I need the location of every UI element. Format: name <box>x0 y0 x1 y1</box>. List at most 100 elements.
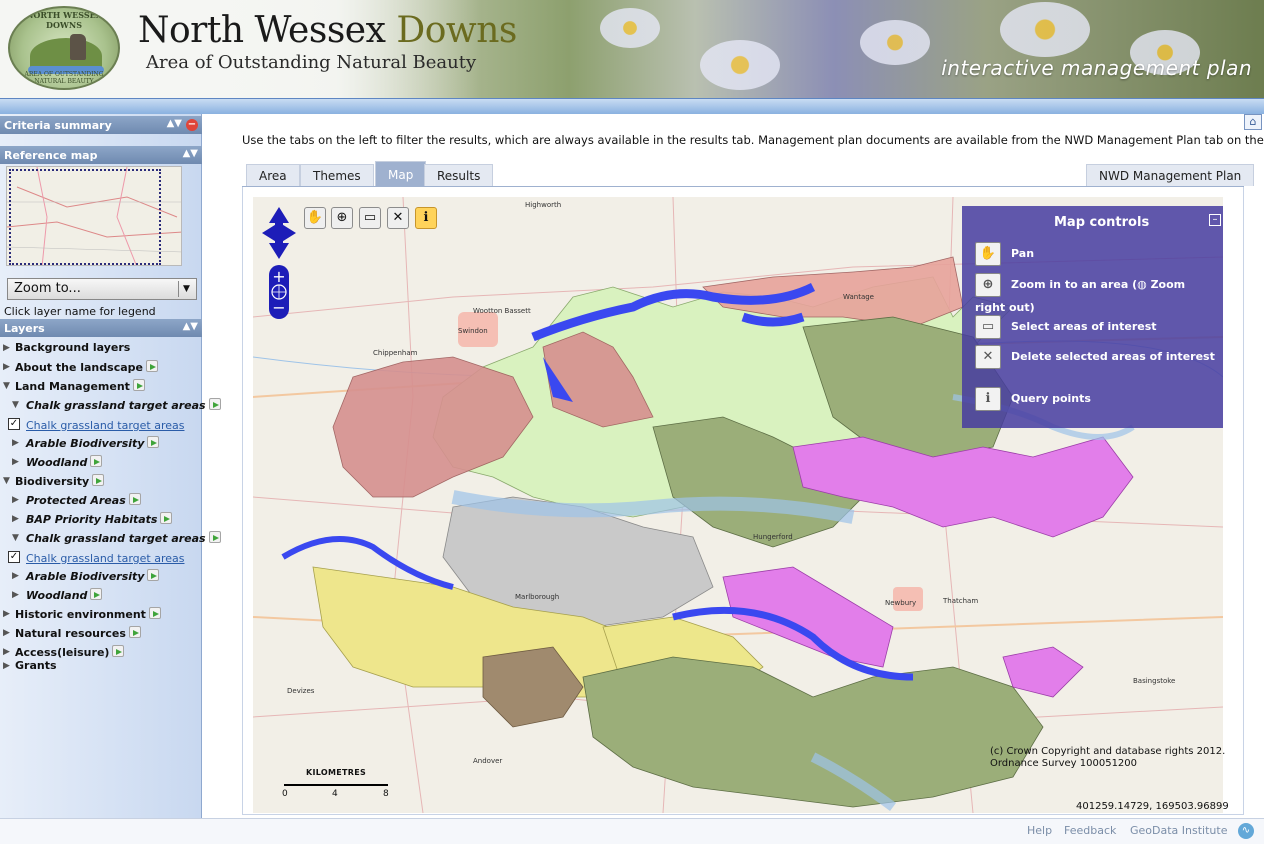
layers-header[interactable]: Layers ▲▼ <box>0 319 202 337</box>
map-copyright: (c) Crown Copyright and database rights … <box>990 746 1226 769</box>
expand-icon: ▶ <box>3 343 10 353</box>
legend-icon[interactable] <box>145 360 158 372</box>
site-subtitle: Area of Outstanding Natural Beauty <box>146 52 477 73</box>
map-controls-panel: Map controls – ✋ Pan ⊕ Zoom in to an area … <box>962 206 1223 428</box>
expand-icon: ▶ <box>12 438 19 448</box>
map-control-select[interactable]: ▭ Select areas of interest <box>975 315 1215 339</box>
legend-icon[interactable] <box>90 455 103 467</box>
layer-checkbox[interactable]: ✓ <box>8 551 20 563</box>
collapse-icon[interactable]: ▲▼ <box>183 321 198 332</box>
map-control-query[interactable]: ℹ Query points <box>975 387 1215 411</box>
collapse-icon: ▼ <box>3 476 10 486</box>
map-control-delete[interactable]: ✕ Delete selected areas of interest <box>975 345 1215 369</box>
svg-text:−: − <box>272 298 285 317</box>
legend-icon[interactable] <box>208 531 221 543</box>
instructions-text: Use the tabs on the left to filter the r… <box>242 133 1264 147</box>
site-tagline: interactive management plan <box>941 56 1252 80</box>
geodata-link[interactable]: GeoData Institute <box>1130 824 1227 837</box>
expand-icon: ▶ <box>12 495 19 505</box>
reference-map-viewport[interactable] <box>9 169 161 265</box>
map-control-zoom[interactable]: ⊕ Zoom in to an area (◍ Zoom right out) <box>975 273 1215 318</box>
zoom-to-select[interactable]: Zoom to... ▼ <box>7 278 197 300</box>
collapse-icon: ▼ <box>3 381 10 391</box>
minimize-icon[interactable]: – <box>1209 214 1221 226</box>
svg-text:+: + <box>272 267 285 286</box>
map-place-label: Devizes <box>287 687 315 695</box>
collapse-icon[interactable]: ▲▼ <box>167 118 182 129</box>
map-place-label: Basingstoke <box>1133 677 1176 685</box>
expand-icon: ▶ <box>3 362 10 372</box>
legend-icon[interactable] <box>128 626 141 638</box>
map-place-label: Highworth <box>525 201 562 209</box>
delete-selection-icon: ✕ <box>975 345 1001 369</box>
map-pan-zoom-control: + − <box>262 207 296 319</box>
tab-map[interactable]: Map <box>375 161 427 186</box>
legend-icon[interactable] <box>148 607 161 619</box>
expand-icon: ▶ <box>12 514 19 524</box>
expand-icon: ▶ <box>3 647 10 657</box>
tab-area[interactable]: Area <box>246 164 300 186</box>
map-place-label: Swindon <box>458 327 488 335</box>
map-place-label: Wantage <box>843 293 874 301</box>
geodata-logo-icon[interactable]: ∿ <box>1238 823 1254 839</box>
header-flower-image <box>600 8 660 48</box>
legend-icon[interactable] <box>92 474 105 486</box>
scale-bar: KILOMETRES 0 4 8 <box>282 768 389 799</box>
legend-icon[interactable] <box>112 645 125 657</box>
header-divider-bar <box>0 98 1264 114</box>
pan-arrows-icon <box>262 207 296 259</box>
map-control-pan[interactable]: ✋ Pan <box>975 242 1215 266</box>
delete-selection-icon[interactable]: ✕ <box>387 207 409 229</box>
select-area-icon: ▭ <box>975 315 1001 339</box>
legend-icon[interactable] <box>147 569 160 581</box>
map-place-label: Chippenham <box>373 349 418 357</box>
globe-icon: ◍ <box>1137 278 1147 291</box>
expand-icon: ▶ <box>12 571 19 581</box>
query-points-icon[interactable]: ℹ <box>415 207 437 229</box>
header-flower-image <box>860 20 930 65</box>
home-icon[interactable]: ⌂ <box>1244 114 1262 130</box>
close-icon[interactable]: − <box>186 119 198 131</box>
legend-hint: Click layer name for legend <box>4 305 156 318</box>
legend-icon[interactable] <box>208 398 221 410</box>
header-flower-image <box>700 40 780 90</box>
zoom-in-area-icon[interactable]: ⊕ <box>331 207 353 229</box>
feedback-link[interactable]: Feedback <box>1064 824 1116 837</box>
map-place-label: Marlborough <box>515 593 560 601</box>
collapse-icon[interactable]: ▲▼ <box>183 148 198 159</box>
reference-map[interactable] <box>6 166 182 266</box>
map-controls-title: Map controls <box>1054 215 1150 230</box>
criteria-summary-header[interactable]: Criteria summary ▲▼ − <box>0 116 202 134</box>
expand-icon: ▶ <box>3 609 10 619</box>
site-logo[interactable]: NORTH WESSEX DOWNS AREA OF OUTSTANDING N… <box>8 6 120 90</box>
map-place-label: Andover <box>473 757 503 765</box>
pan-hand-icon: ✋ <box>975 242 1001 266</box>
expand-icon: ▶ <box>3 661 10 671</box>
reference-map-header[interactable]: Reference map ▲▼ <box>0 146 202 164</box>
collapse-icon: ▼ <box>12 400 19 410</box>
expand-icon: ▶ <box>3 628 10 638</box>
legend-icon[interactable] <box>128 493 141 505</box>
chevron-down-icon[interactable]: ▼ <box>178 281 194 297</box>
legend-icon[interactable] <box>90 588 103 600</box>
expand-icon: ▶ <box>12 590 19 600</box>
header-flower-image <box>1000 2 1090 57</box>
help-link[interactable]: Help <box>1027 824 1052 837</box>
tab-results[interactable]: Results <box>424 164 494 186</box>
map-place-label: Thatcham <box>943 597 979 605</box>
legend-icon[interactable] <box>132 379 145 391</box>
select-area-icon[interactable]: ▭ <box>359 207 381 229</box>
site-header: NORTH WESSEX DOWNS AREA OF OUTSTANDING N… <box>0 0 1264 98</box>
tab-themes[interactable]: Themes <box>300 164 374 186</box>
pan-hand-icon[interactable]: ✋ <box>304 207 326 229</box>
legend-icon[interactable] <box>160 512 173 524</box>
sidebar: Criteria summary ▲▼ − Reference map ▲▼ Z… <box>0 114 221 818</box>
zoom-in-area-icon: ⊕ <box>975 273 1001 297</box>
expand-icon: ▶ <box>12 457 19 467</box>
cursor-coordinates: 401259.14729, 169503.96899 <box>1076 801 1229 812</box>
site-title: North Wessex Downs <box>138 10 517 51</box>
tab-nwd-management-plan[interactable]: NWD Management Plan <box>1086 164 1255 186</box>
legend-icon[interactable] <box>147 436 160 448</box>
map-place-label: Wootton Bassett <box>473 307 531 315</box>
layer-checkbox[interactable]: ✓ <box>8 418 20 430</box>
